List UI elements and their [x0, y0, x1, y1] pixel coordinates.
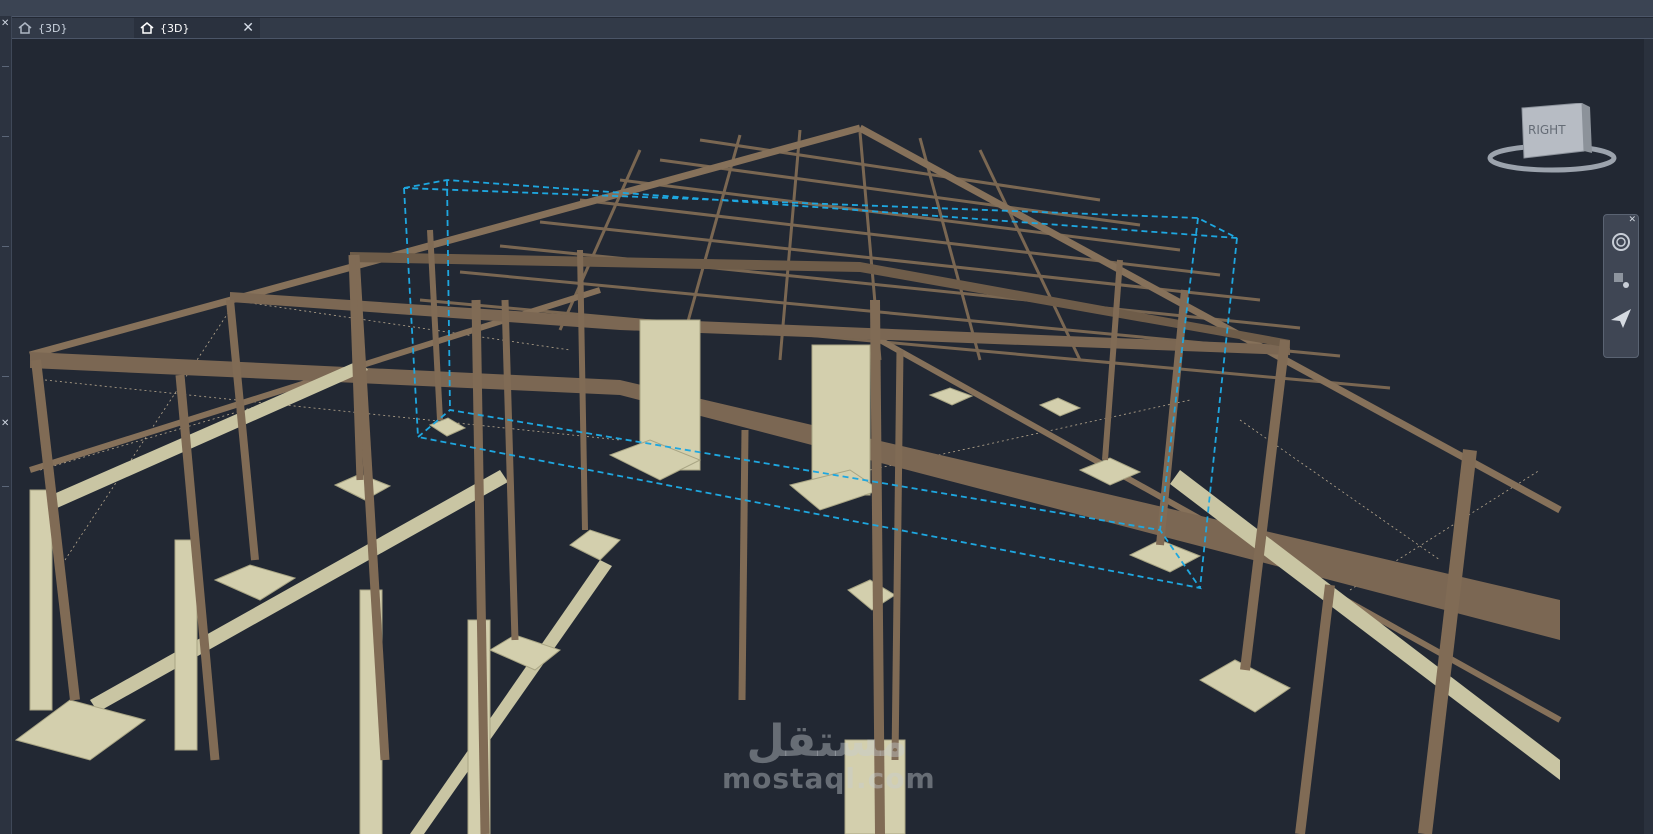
top-toolbar: [0, 0, 1653, 17]
tab-label: {3D}: [38, 21, 68, 35]
left-palette-edge: ✕ ✕: [0, 16, 12, 834]
palette-handle[interactable]: [2, 66, 9, 67]
tab-label: {3D}: [160, 21, 190, 35]
concrete-piers: [14, 319, 1291, 834]
viewcube-icon: [1487, 102, 1617, 173]
close-icon[interactable]: ✕: [1, 18, 9, 29]
home-icon: [140, 22, 154, 34]
right-scroll-edge[interactable]: [1644, 39, 1653, 834]
3d-viewport[interactable]: [12, 39, 1644, 834]
paper-plane-icon: [1611, 309, 1631, 328]
tab-3d-1[interactable]: {3D}: [12, 18, 134, 38]
send-button[interactable]: [1608, 305, 1634, 331]
watermark-latin: mostaql.com: [722, 762, 936, 795]
watermark: مستقل mostaql.com: [722, 716, 936, 810]
palette-handle[interactable]: [2, 376, 9, 377]
orbit-button[interactable]: [1608, 267, 1634, 293]
home-icon: [18, 22, 32, 34]
palette-handle[interactable]: [2, 136, 9, 137]
tab-3d-2[interactable]: {3D} ✕: [134, 18, 260, 38]
steering-wheel-icon: [1612, 233, 1630, 251]
close-icon[interactable]: ✕: [242, 20, 254, 36]
palette-handle[interactable]: [2, 486, 9, 487]
close-icon[interactable]: ✕: [1628, 215, 1636, 225]
steering-wheel-button[interactable]: [1608, 229, 1634, 255]
orbit-icon: [1614, 273, 1629, 288]
palette-handle[interactable]: [2, 246, 9, 247]
close-icon[interactable]: ✕: [1, 418, 9, 429]
navigation-bar: ✕: [1603, 214, 1639, 358]
viewcube-face-label: RIGHT: [1528, 123, 1566, 137]
document-tab-bar: {3D} {3D} ✕: [12, 18, 1653, 39]
watermark-arabic: مستقل: [746, 716, 908, 767]
viewcube[interactable]: RIGHT: [1482, 102, 1622, 183]
structure-model[interactable]: [12, 39, 1644, 834]
